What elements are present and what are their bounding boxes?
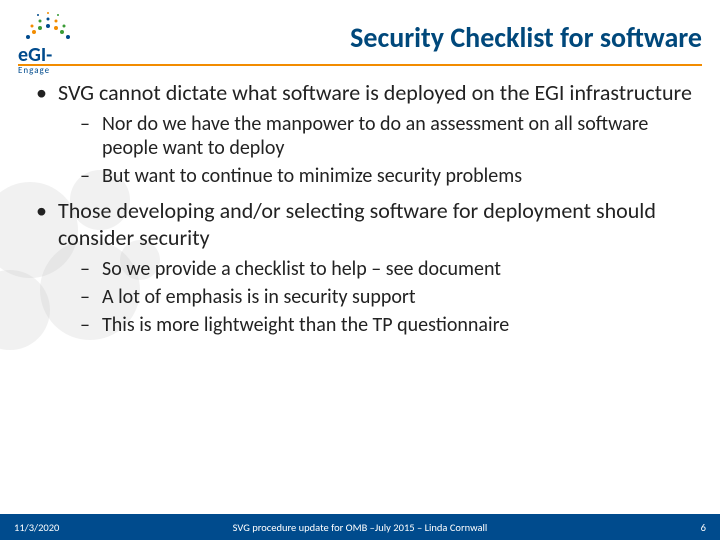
footer-page-number: 6: [701, 521, 706, 534]
footer-center-text: SVG procedure update for OMB –July 2015 …: [0, 521, 720, 534]
bullet-text: Those developing and/or selecting softwa…: [58, 197, 656, 250]
title-underline: [18, 64, 702, 66]
list-item: Those developing and/or selecting softwa…: [32, 198, 692, 337]
list-item: SVG cannot dictate what software is depl…: [32, 80, 692, 188]
bullet-text: A lot of emphasis is in security support: [102, 285, 416, 309]
slide: eGI- Engage Security Checklist for softw…: [0, 0, 720, 540]
slide-footer: 11/3/2020 SVG procedure update for OMB –…: [0, 514, 720, 540]
bullet-sublist: So we provide a checklist to help – see …: [58, 257, 692, 337]
bullet-text: But want to continue to minimize securit…: [102, 164, 522, 188]
slide-body: SVG cannot dictate what software is depl…: [32, 80, 692, 347]
bullet-text: Nor do we have the manpower to do an ass…: [102, 112, 648, 160]
list-item: So we provide a checklist to help – see …: [74, 257, 692, 281]
list-item: This is more lightweight than the TP que…: [74, 313, 692, 337]
logo-burst-icon: [18, 12, 78, 42]
bullet-text: So we provide a checklist to help – see …: [102, 257, 501, 281]
brand-logo: eGI- Engage: [18, 12, 108, 64]
list-item: A lot of emphasis is in security support: [74, 285, 692, 309]
footer-date: 11/3/2020: [14, 521, 59, 534]
brand-name: eGI-: [18, 45, 108, 65]
bullet-text: This is more lightweight than the TP que…: [102, 313, 509, 337]
bullet-list: SVG cannot dictate what software is depl…: [32, 80, 692, 337]
list-item: But want to continue to minimize securit…: [74, 164, 692, 188]
page-title: Security Checklist for software: [180, 20, 702, 55]
brand-subtitle: Engage: [18, 65, 108, 76]
bullet-sublist: Nor do we have the manpower to do an ass…: [58, 112, 692, 188]
bullet-text: SVG cannot dictate what software is depl…: [58, 79, 692, 106]
list-item: Nor do we have the manpower to do an ass…: [74, 112, 692, 160]
